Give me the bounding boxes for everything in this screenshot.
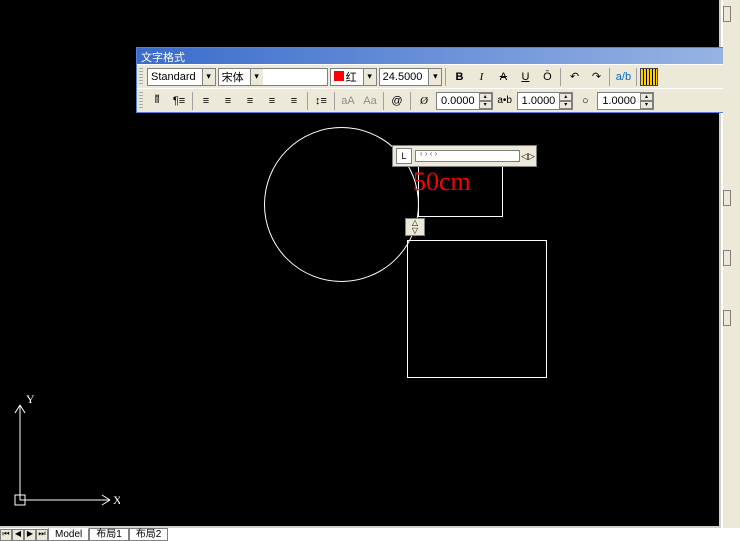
line-spacing-button[interactable]: ↕≡ bbox=[311, 91, 331, 111]
panel-button[interactable] bbox=[723, 310, 731, 326]
oblique-icon: Ø bbox=[414, 91, 434, 111]
spinner-icon[interactable]: ▴▾ bbox=[559, 93, 572, 109]
mtext-options-button[interactable]: ¶≡ bbox=[169, 91, 189, 111]
underline-button[interactable]: U bbox=[515, 67, 535, 87]
mtext-ruler[interactable]: L ◁▷ bbox=[392, 145, 537, 167]
stack-fraction-button[interactable]: a/b bbox=[613, 67, 633, 87]
tab-next-button[interactable]: ▶ bbox=[24, 529, 36, 541]
tab-first-button[interactable]: ⏮ bbox=[0, 529, 12, 541]
redo-button[interactable]: ↷ bbox=[586, 67, 606, 87]
tracking-field[interactable]: 1.0000 ▴▾ bbox=[517, 92, 574, 110]
tracking-icon: a•b bbox=[495, 91, 515, 111]
grip-icon[interactable] bbox=[139, 68, 143, 86]
uppercase-button[interactable]: aA bbox=[338, 91, 358, 111]
color-combo[interactable]: 红▾ bbox=[330, 68, 377, 86]
tab-layout-2[interactable]: 布局2 bbox=[129, 528, 169, 541]
panel-button[interactable] bbox=[723, 6, 731, 22]
layout-tabs-bar: ⏮ ◀ ▶ ⏭ Model 布局1 布局2 bbox=[0, 528, 740, 541]
mtext-align-mode[interactable]: L bbox=[396, 148, 412, 164]
tab-model[interactable]: Model bbox=[48, 528, 89, 541]
text-format-toolbar: 文字格式 Standard▾ 宋体▾ 红▾ 24.5000▾ B I A U Ō… bbox=[136, 47, 740, 113]
chevron-down-icon[interactable]: ▾ bbox=[428, 69, 441, 85]
rectangle-shape bbox=[407, 240, 547, 378]
align-center-button[interactable]: ≡ bbox=[218, 91, 238, 111]
justify-button[interactable]: ≡ bbox=[262, 91, 282, 111]
panel-button[interactable] bbox=[723, 190, 731, 206]
mtext-height-handle[interactable]: △▽ bbox=[405, 218, 425, 236]
spinner-icon[interactable]: ▴▾ bbox=[479, 93, 492, 109]
toolbar-row-2: ⫴̈ ¶≡ ≡ ≡ ≡ ≡ ≡ ↕≡ aA Aa @ Ø 0.0000 ▴▾ a… bbox=[137, 88, 739, 112]
toolbar-row-1: Standard▾ 宋体▾ 红▾ 24.5000▾ B I A U Ō ↶ ↷ … bbox=[137, 64, 739, 88]
font-combo[interactable]: 宋体▾ bbox=[218, 68, 328, 86]
tab-nav-buttons: ⏮ ◀ ▶ ⏭ bbox=[0, 529, 48, 541]
width-factor-field[interactable]: 1.0000 ▴▾ bbox=[597, 92, 654, 110]
strikethrough-button[interactable]: A bbox=[493, 67, 513, 87]
align-left-button[interactable]: ≡ bbox=[196, 91, 216, 111]
ucs-icon: X Y bbox=[10, 390, 120, 510]
oblique-angle-field[interactable]: 0.0000 ▴▾ bbox=[436, 92, 493, 110]
undo-button[interactable]: ↶ bbox=[564, 67, 584, 87]
grip-icon[interactable] bbox=[139, 92, 143, 110]
spinner-icon[interactable]: ▴▾ bbox=[640, 93, 653, 109]
tab-last-button[interactable]: ⏭ bbox=[36, 529, 48, 541]
chevron-down-icon[interactable]: ▾ bbox=[202, 69, 215, 85]
ruler-button[interactable] bbox=[640, 68, 658, 86]
color-swatch-red bbox=[334, 71, 344, 81]
overline-button[interactable]: Ō bbox=[537, 67, 557, 87]
text-height-combo[interactable]: 24.5000▾ bbox=[379, 68, 443, 86]
distribute-button[interactable]: ≡ bbox=[284, 91, 304, 111]
bold-button[interactable]: B bbox=[449, 67, 469, 87]
columns-button[interactable]: ⫴̈ bbox=[147, 91, 167, 111]
italic-button[interactable]: I bbox=[471, 67, 491, 87]
mtext-content[interactable]: 50cm bbox=[413, 167, 471, 197]
ucs-y-label: Y bbox=[26, 392, 35, 406]
chevron-down-icon[interactable]: ▾ bbox=[250, 69, 263, 85]
text-style-combo[interactable]: Standard▾ bbox=[147, 68, 216, 86]
panel-button[interactable] bbox=[723, 250, 731, 266]
tab-layout-1[interactable]: 布局1 bbox=[89, 528, 129, 541]
align-right-button[interactable]: ≡ bbox=[240, 91, 260, 111]
mtext-width-handle[interactable]: ◁▷ bbox=[520, 151, 536, 162]
toolbar-title[interactable]: 文字格式 bbox=[137, 48, 739, 64]
width-factor-icon: ○ bbox=[575, 91, 595, 111]
ucs-x-label: X bbox=[113, 493, 120, 507]
lowercase-button[interactable]: Aa bbox=[360, 91, 380, 111]
right-scrollbar-area bbox=[723, 0, 740, 541]
chevron-down-icon[interactable]: ▾ bbox=[363, 69, 376, 85]
tab-prev-button[interactable]: ◀ bbox=[12, 529, 24, 541]
insert-symbol-button[interactable]: @ bbox=[387, 91, 407, 111]
mtext-ruler-bar[interactable] bbox=[415, 150, 520, 162]
